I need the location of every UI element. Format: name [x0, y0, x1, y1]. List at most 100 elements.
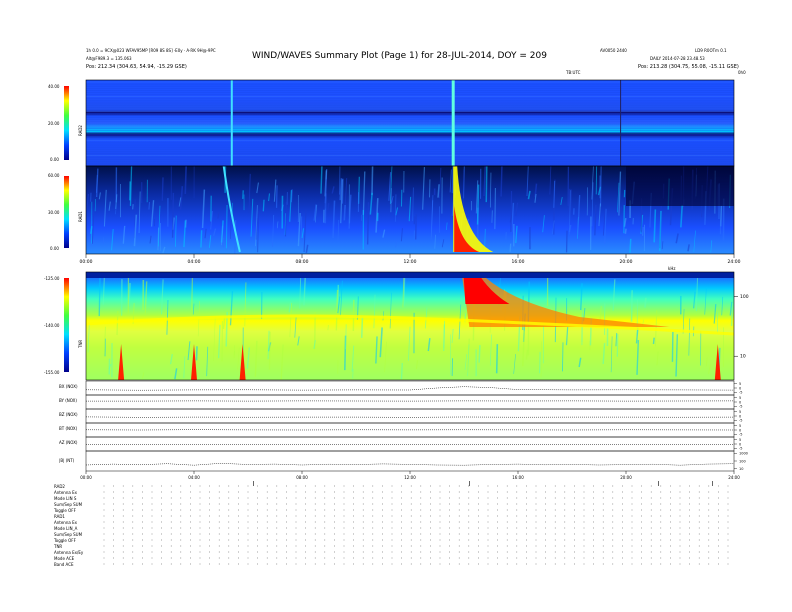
- footer-dot: [516, 485, 518, 487]
- footer-dot: [554, 545, 556, 547]
- footer-dot: [305, 557, 306, 559]
- footer-dot: [401, 551, 402, 553]
- footer-dot: [372, 533, 374, 535]
- footer-dot: [180, 557, 182, 559]
- footer-dot: [670, 515, 671, 517]
- footer-dot: [199, 563, 201, 565]
- footer-dot: [660, 497, 662, 499]
- footer-dot: [199, 491, 201, 493]
- footer-dot: [497, 563, 498, 565]
- footer-dot: [727, 515, 729, 517]
- footer-dot: [276, 563, 278, 565]
- footer-dot: [314, 539, 316, 541]
- footer-dot: [410, 545, 412, 547]
- footer-dot: [382, 539, 383, 541]
- footer-dot: [324, 485, 326, 487]
- footer-dot: [439, 545, 441, 547]
- footer-dot: [622, 527, 623, 529]
- footer-dot: [497, 509, 498, 511]
- footer-dot: [161, 485, 162, 487]
- footer-dot: [679, 497, 681, 499]
- footer-dot: [660, 515, 662, 517]
- footer-dot: [516, 515, 518, 517]
- footer-dot: [247, 515, 249, 517]
- footer-dot: [554, 527, 556, 529]
- footer-dot: [631, 533, 633, 535]
- footer-dot: [698, 491, 700, 493]
- footer-dot: [660, 551, 662, 553]
- footer-dot: [410, 497, 412, 499]
- footer-dot: [286, 515, 287, 517]
- footer-dot: [266, 521, 268, 523]
- footer-dot: [670, 497, 671, 499]
- footer-dot: [727, 563, 729, 565]
- footer-dot: [372, 497, 374, 499]
- footer-dot: [602, 545, 604, 547]
- footer-dot: [391, 557, 393, 559]
- footer-dot: [170, 521, 172, 523]
- footer-dot: [362, 509, 364, 511]
- footer-dot: [420, 497, 422, 499]
- footer-dot: [142, 521, 143, 523]
- footer-dot: [238, 509, 239, 511]
- footer-dot: [497, 533, 498, 535]
- footer-dot: [190, 515, 191, 517]
- footer-dot: [516, 557, 518, 559]
- footer-dot: [410, 515, 412, 517]
- footer-dot: [218, 557, 220, 559]
- footer-dot: [180, 563, 182, 565]
- footer-dot: [554, 509, 556, 511]
- footer-dot: [650, 521, 652, 523]
- footer-dot: [430, 491, 431, 493]
- footer-dot: [362, 497, 364, 499]
- footer-dot: [602, 551, 604, 553]
- footer-dot: [276, 551, 278, 553]
- footer-dot: [660, 509, 662, 511]
- footer-dot: [468, 497, 470, 499]
- footer-dot: [506, 557, 508, 559]
- footer-dot: [142, 539, 143, 541]
- footer-dot: [286, 497, 287, 499]
- footer-dot: [535, 551, 537, 553]
- footer-dot: [410, 539, 412, 541]
- footer-dot: [526, 539, 527, 541]
- footer-dot: [660, 485, 662, 487]
- footer-dot: [151, 551, 153, 553]
- footer-dot: [420, 527, 422, 529]
- footer-dot: [209, 539, 210, 541]
- footer-dot: [718, 563, 719, 565]
- footer-dot: [458, 539, 460, 541]
- footer-dot: [218, 509, 220, 511]
- footer-dot: [324, 515, 326, 517]
- footer-dot: [554, 521, 556, 523]
- footer-dot: [468, 491, 470, 493]
- footer-dot: [391, 491, 393, 493]
- footer-dot: [324, 491, 326, 493]
- footer-dot: [266, 551, 268, 553]
- footer-dot: [420, 557, 422, 559]
- footer-dot: [103, 509, 105, 511]
- footer-dot: [516, 545, 518, 547]
- footer-dot: [430, 539, 431, 541]
- footer-dot: [132, 521, 134, 523]
- footer-dot: [487, 563, 489, 565]
- footer-dot: [247, 503, 249, 505]
- footer-dot: [449, 557, 450, 559]
- footer-dot: [439, 533, 441, 535]
- footer-dot: [727, 497, 729, 499]
- footer-dot: [660, 527, 662, 529]
- footer-dot: [650, 527, 652, 529]
- footer-dot: [679, 539, 681, 541]
- footer-dot: [622, 557, 623, 559]
- footer-dot: [574, 533, 575, 535]
- footer-dot: [132, 497, 134, 499]
- footer-dot: [103, 533, 105, 535]
- footer-dot: [218, 515, 220, 517]
- footer-dot: [535, 521, 537, 523]
- footer-dot: [190, 527, 191, 529]
- footer-dot: [343, 497, 345, 499]
- footer-dot: [631, 557, 633, 559]
- footer-dot: [583, 497, 585, 499]
- footer-dot: [670, 557, 671, 559]
- footer-dot: [708, 527, 710, 529]
